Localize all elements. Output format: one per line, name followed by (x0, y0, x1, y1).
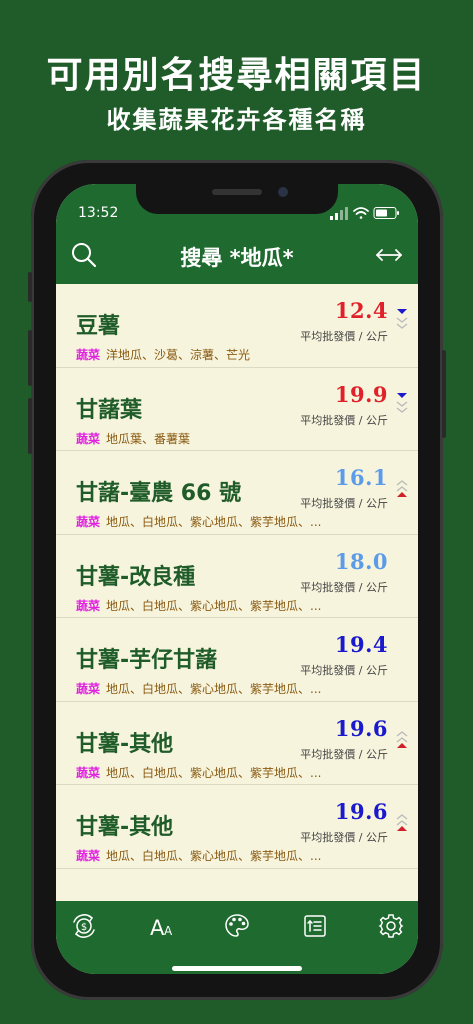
list-item[interactable]: 甘薯-芋仔甘藷 19.4 平均批發價 / 公斤蔬菜 地瓜、白地瓜、紫心地瓜、紫芋地瓜、… (56, 618, 418, 702)
list-item[interactable]: 甘薯-改良種 18.0 平均批發價 / 公斤蔬菜 地瓜、白地瓜、紫心地瓜、紫芋地瓜、.… (56, 535, 418, 618)
battery-icon (373, 207, 399, 219)
phone-power-button (442, 350, 446, 438)
item-unit: 平均批發價 / 公斤 (300, 747, 388, 761)
svg-text:$: $ (81, 922, 87, 933)
list-item[interactable]: 甘藷葉 19.9 平均批發價 / 公斤蔬菜 地瓜葉、番薯葉 (56, 368, 418, 451)
item-aliases: 蔬菜 地瓜、白地瓜、紫心地瓜、紫芋地瓜、... (76, 513, 321, 530)
item-price: 12.4 (334, 298, 388, 323)
trend-down-icon (396, 392, 408, 413)
item-name: 甘藷葉 (76, 397, 143, 423)
item-name: 甘薯-其他 (76, 731, 174, 757)
signal-icon (330, 207, 348, 220)
item-unit: 平均批發價 / 公斤 (300, 330, 388, 343)
item-category: 蔬菜 (76, 348, 101, 362)
item-price: 16.1 (334, 465, 388, 490)
item-unit: 平均批發價 / 公斤 (300, 413, 388, 427)
item-unit: 平均批發價 / 公斤 (300, 831, 388, 844)
item-aliases: 蔬菜 地瓜、白地瓜、紫心地瓜、紫芋地瓜、... (76, 597, 321, 614)
item-name: 甘薯-其他 (76, 815, 174, 840)
alias-names: 洋地瓜、沙葛、涼薯、芒光 (106, 348, 251, 362)
item-name: 豆薯 (76, 314, 121, 339)
camera (278, 187, 288, 197)
trend-down-icon (396, 309, 408, 329)
list-item[interactable]: 甘薯-其他 19.6 平均批發價 / 公斤蔬菜 地瓜、白地瓜、紫心地瓜、紫芋地瓜、..… (56, 785, 418, 869)
wifi-icon (353, 207, 369, 219)
palette-icon[interactable] (224, 913, 250, 939)
phone-volume-down-button (28, 398, 32, 454)
svg-text:A: A (150, 916, 165, 939)
price-change-icon[interactable]: $ (71, 913, 97, 939)
alias-names: 地瓜、白地瓜、紫心地瓜、紫芋地瓜、... (106, 765, 322, 780)
home-indicator (172, 966, 302, 971)
notch (136, 184, 338, 214)
item-name: 甘薯-芋仔甘藷 (76, 648, 218, 673)
list-item[interactable]: 甘藷-臺農 66 號 16.1 平均批發價 / 公斤蔬菜 地瓜、白地瓜、紫心地瓜、紫芋… (56, 451, 418, 535)
list-item[interactable]: 甘薯-其他 19.6 平均批發價 / 公斤蔬菜 地瓜、白地瓜、紫心地瓜、紫芋地瓜、..… (56, 702, 418, 785)
alias-names: 地瓜、白地瓜、紫心地瓜、紫芋地瓜、... (106, 849, 322, 863)
item-category: 蔬菜 (76, 849, 101, 863)
sort-list-icon[interactable] (302, 913, 328, 939)
trend-up-icon (396, 480, 408, 497)
item-aliases: 蔬菜 地瓜、白地瓜、紫心地瓜、紫芋地瓜、... (76, 680, 321, 697)
item-price: 19.9 (334, 381, 388, 407)
trend-up-icon (396, 814, 408, 831)
item-aliases: 蔬菜 地瓜、白地瓜、紫心地瓜、紫芋地瓜、... (76, 764, 321, 781)
result-list: 豆薯 12.4 平均批發價 / 公斤 蔬菜 洋地瓜、沙葛、涼薯、芒光 甘藷葉 19.9 平均批… (56, 284, 418, 869)
alias-names: 地瓜、白地瓜、紫心地瓜、紫芋地瓜、... (106, 598, 322, 613)
item-unit: 平均批發價 / 公斤 (300, 580, 388, 594)
status-time: 13:52 (78, 205, 119, 221)
list-item[interactable]: 豆薯 12.4 平均批發價 / 公斤蔬菜 洋地瓜、沙葛、涼薯、芒光 (56, 284, 418, 368)
item-aliases: 蔬菜 洋地瓜、沙葛、涼薯、芒光 (76, 346, 250, 363)
item-price: 19.4 (334, 632, 388, 657)
promo-headline: 可用別名搜尋相關項目 (46, 55, 427, 96)
item-name: 甘薯-改良種 (76, 564, 196, 590)
alias-names: 地瓜、白地瓜、紫心地瓜、紫芋地瓜、... (106, 515, 322, 529)
swap-arrows-icon[interactable] (374, 242, 404, 268)
font-size-icon[interactable]: A A (149, 913, 175, 939)
item-name: 甘藷-臺農 66 號 (76, 481, 242, 506)
speaker (212, 189, 262, 195)
settings-gear-icon[interactable] (378, 913, 404, 939)
item-aliases: 蔬菜 地瓜、白地瓜、紫心地瓜、紫芋地瓜、... (76, 847, 321, 864)
item-unit: 平均批發價 / 公斤 (300, 664, 388, 677)
alias-names: 地瓜葉、番薯葉 (106, 431, 191, 446)
item-category: 蔬菜 (76, 765, 101, 780)
item-price: 18.0 (334, 548, 388, 574)
page-title: 搜尋 *地瓜* (180, 246, 294, 270)
svg-text:A: A (164, 924, 173, 938)
trend-up-icon (396, 730, 408, 748)
item-unit: 平均批發價 / 公斤 (300, 497, 388, 510)
item-price: 19.6 (334, 799, 388, 824)
item-aliases: 蔬菜 地瓜葉、番薯葉 (76, 430, 190, 447)
item-price: 19.6 (334, 715, 388, 741)
status-icons (330, 207, 399, 220)
item-category: 蔬菜 (76, 515, 101, 529)
phone-side-button (28, 272, 32, 302)
app-screen: 13:52 搜尋 *地瓜* 豆薯 12.4 平均批發價 / 公斤 蔬菜 洋地瓜、… (56, 184, 418, 974)
item-category: 蔬菜 (76, 598, 101, 613)
alias-names: 地瓜、白地瓜、紫心地瓜、紫芋地瓜、... (106, 682, 322, 696)
item-category: 蔬菜 (76, 431, 101, 446)
tab-bar: $ A A (56, 901, 418, 974)
phone-volume-up-button (28, 330, 32, 386)
promo-subheadline: 收集蔬果花卉各種名稱 (106, 106, 367, 134)
item-category: 蔬菜 (76, 682, 101, 696)
